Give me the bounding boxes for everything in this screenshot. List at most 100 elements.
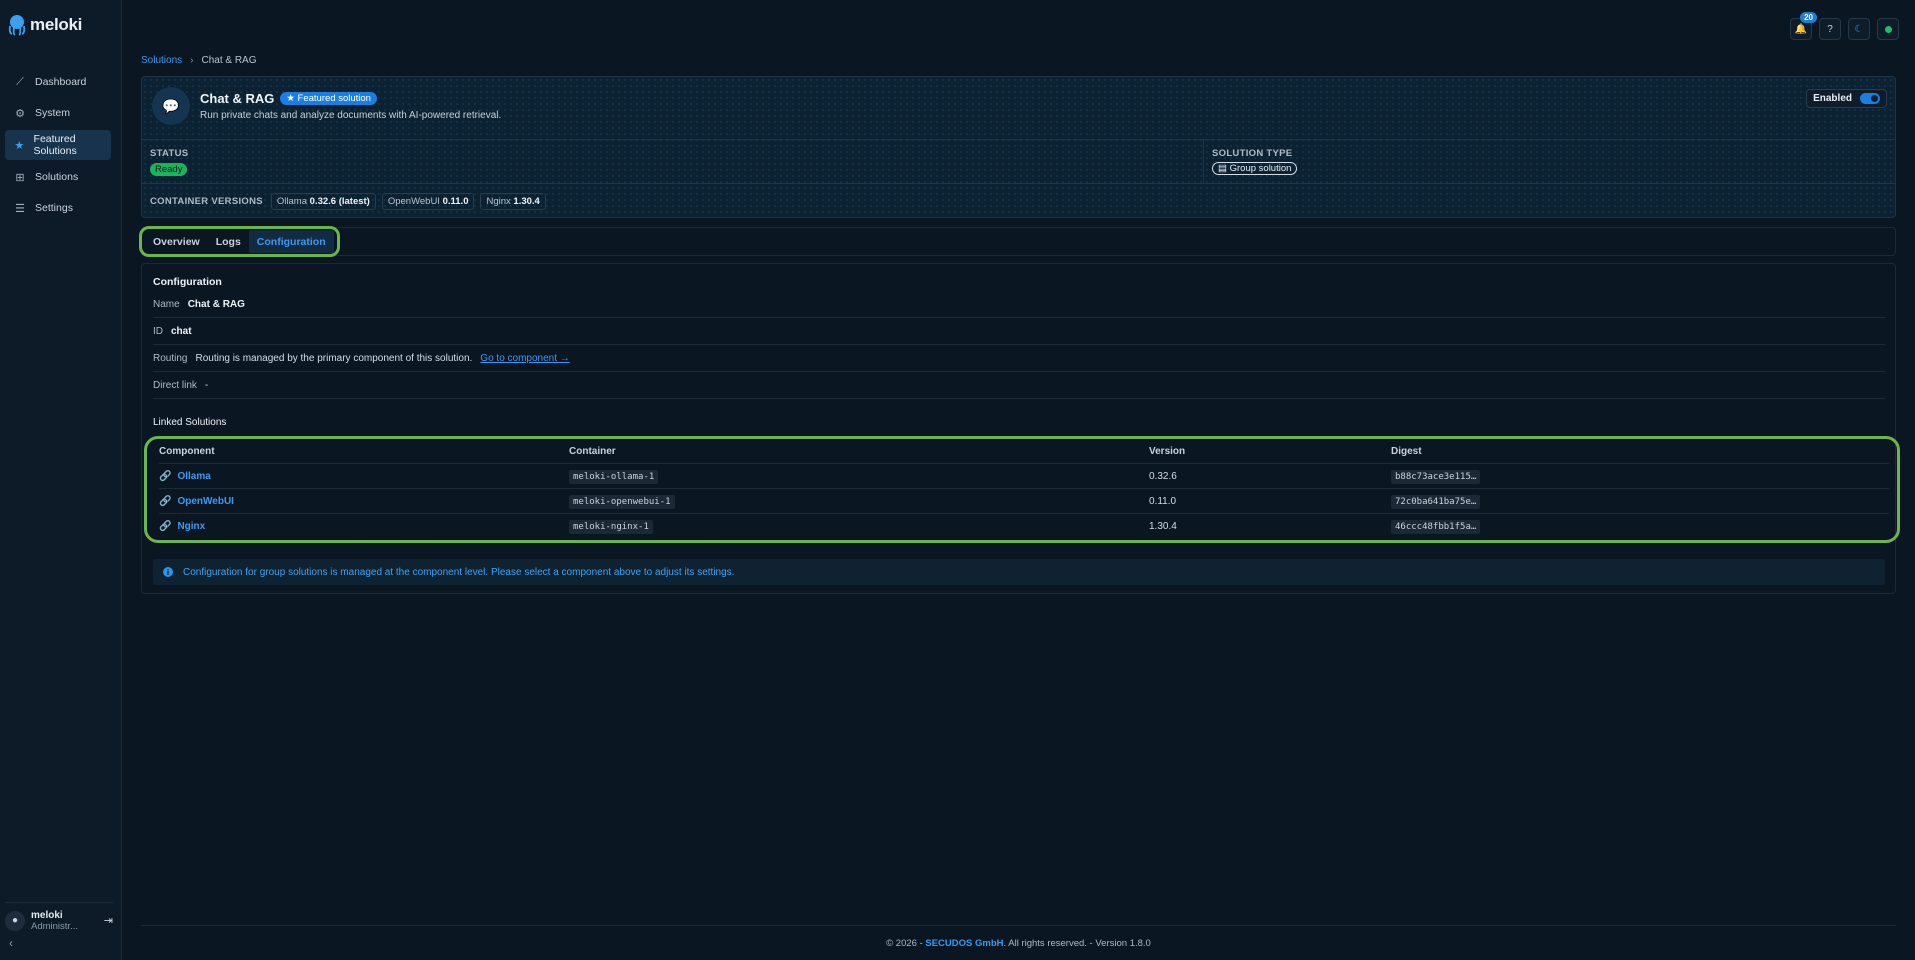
config-id-label: ID [153, 325, 163, 337]
solution-type-badge: ▤ Group solution [1212, 162, 1298, 175]
enabled-toggle[interactable]: Enabled [1806, 89, 1887, 108]
component-name: Ollama [177, 471, 211, 482]
tabs-highlight: Overview Logs Configuration [139, 226, 340, 257]
container-name: meloki-ollama-1 [569, 469, 659, 484]
chat-bubble-icon: 💬 [152, 87, 190, 125]
grid-icon: ⊞ [15, 171, 25, 184]
footer-brand-link[interactable]: SECUDOS GmbH [925, 938, 1003, 949]
avatar: ● [5, 910, 25, 931]
linked-solutions-table: Component Container Version Digest 🔗 Olla… [144, 436, 1900, 543]
footer-copyright: © 2026 - [886, 938, 923, 949]
component-link-openwebui[interactable]: 🔗 OpenWebUI [159, 489, 234, 514]
top-toolbar: 🔔 20 ? ☾ [1790, 12, 1899, 40]
status-button[interactable] [1877, 18, 1899, 40]
container-name: meloki-nginx-1 [569, 519, 653, 534]
version-chip-name: Nginx [486, 196, 511, 207]
column-header-component: Component [159, 446, 215, 457]
app-logo[interactable]: meloki [7, 14, 82, 36]
component-link-ollama[interactable]: 🔗 Ollama [159, 464, 211, 489]
logout-icon[interactable]: ⇥ [104, 914, 113, 927]
toggle-switch[interactable] [1860, 93, 1880, 104]
status-badge: Ready [150, 163, 188, 176]
breadcrumb: Solutions › Chat & RAG [141, 55, 257, 66]
sidebar-item-label: System [35, 107, 71, 119]
config-row-routing: Routing Routing is managed by the primar… [153, 345, 1885, 372]
container-name: meloki-openwebui-1 [569, 494, 675, 509]
solution-type-label: SOLUTION TYPE [1212, 148, 1293, 159]
linked-solutions-title: Linked Solutions [153, 417, 227, 428]
octopus-logo-icon [8, 15, 26, 36]
digest-value: 72c0ba641ba75e… [1391, 494, 1481, 509]
user-role: Administr... [31, 920, 78, 932]
sidebar-item-system[interactable]: ⚙ System [5, 99, 111, 127]
component-name: Nginx [177, 521, 206, 532]
config-row-direct-link: Direct link - [153, 372, 1885, 399]
tab-overview[interactable]: Overview [145, 230, 208, 253]
column-header-container: Container [569, 446, 616, 457]
config-routing-text: Routing is managed by the primary compon… [195, 352, 473, 364]
tab-bar: Overview Logs Configuration [139, 226, 1896, 257]
status-row: STATUS Ready SOLUTION TYPE ▤ Group solut… [142, 139, 1895, 184]
version-chip-openwebui: OpenWebUI 0.11.0 [381, 193, 475, 210]
solution-header-card: 💬 Chat & RAG ★ Featured solution Run pri… [141, 76, 1896, 218]
star-icon: ★ [14, 139, 25, 152]
sidebar-item-featured-solutions[interactable]: ★ Featured Solutions [5, 130, 111, 160]
column-header-digest: Digest [1391, 446, 1422, 457]
footer-version: . All rights reserved. - Version 1.8.0 [1003, 938, 1151, 949]
info-text: Configuration for group solutions is man… [183, 566, 735, 578]
app-name: meloki [30, 15, 83, 34]
version-value: 0.11.0 [1149, 496, 1177, 507]
user-menu[interactable]: ● meloki Administr... ⇥ [5, 902, 113, 932]
breadcrumb-solutions-link[interactable]: Solutions [141, 55, 182, 66]
version-chip-name: Ollama [276, 196, 307, 207]
configuration-card: Configuration Name Chat & RAG ID chat Ro… [141, 263, 1900, 594]
help-button[interactable]: ? [1819, 18, 1841, 40]
status-label: STATUS [150, 148, 189, 159]
notifications-button[interactable]: 🔔 20 [1790, 12, 1817, 40]
enabled-label: Enabled [1813, 93, 1852, 104]
gear-icon: ⚙ [15, 107, 25, 120]
sidebar-item-settings[interactable]: ☰ Settings [5, 194, 111, 222]
sidebar-item-dashboard[interactable]: ⟋ Dashboard [5, 68, 111, 96]
config-row-id: ID chat [153, 318, 1885, 345]
component-link-nginx[interactable]: 🔗 Nginx [159, 514, 205, 539]
user-name: meloki [31, 909, 63, 921]
sidebar-item-solutions[interactable]: ⊞ Solutions [5, 163, 111, 191]
table-row: 🔗 OpenWebUI meloki-openwebui-1 0.11.0 72c… [159, 489, 1889, 514]
table-row: 🔗 Nginx meloki-nginx-1 1.30.4 46ccc48fbb1… [159, 514, 1889, 539]
container-versions: CONTAINER VERSIONS Ollama 0.32.6 (latest… [150, 193, 546, 210]
sidebar-item-label: Dashboard [35, 76, 87, 88]
container-versions-label: CONTAINER VERSIONS [150, 196, 263, 207]
tab-logs[interactable]: Logs [208, 230, 249, 253]
version-value: 1.30.4 [1149, 521, 1177, 532]
digest-value: 46ccc48fbb1f5a… [1391, 519, 1481, 534]
version-chip-nginx: Nginx 1.30.4 [480, 193, 546, 210]
version-chip-ollama: Ollama 0.32.6 (latest) [270, 193, 376, 210]
theme-toggle-button[interactable]: ☾ [1848, 18, 1870, 40]
config-routing-label: Routing [153, 352, 188, 364]
config-direct-link-value: - [204, 379, 209, 391]
go-to-component-link[interactable]: Go to component → [480, 353, 570, 364]
chart-line-icon: ⟋ [16, 75, 24, 88]
version-chip-value: 1.30.4 [513, 196, 540, 207]
sidebar-nav: ⟋ Dashboard ⚙ System ★ Featured Solution… [5, 68, 111, 225]
featured-badge: ★ Featured solution [280, 92, 377, 105]
featured-badge-label: Featured solution [297, 93, 371, 104]
online-status-icon [1884, 25, 1892, 33]
version-chip-value: 0.11.0 [442, 196, 469, 207]
link-icon: 🔗 [159, 471, 172, 482]
moon-icon: ☾ [1854, 23, 1864, 35]
sidebar-item-label: Featured Solutions [33, 133, 77, 157]
collapse-sidebar-icon[interactable]: ‹ [9, 936, 13, 950]
sidebar-item-label: Solutions [35, 171, 79, 183]
table-header: Component Container Version Digest [159, 439, 1889, 464]
version-value: 0.32.6 [1149, 471, 1177, 482]
bell-icon: 🔔 [1794, 23, 1808, 35]
component-name: OpenWebUI [177, 496, 234, 507]
digest-value: b88c73ace3e115… [1391, 469, 1481, 484]
breadcrumb-current: Chat & RAG [201, 55, 257, 66]
chevron-right-icon: › [190, 55, 194, 66]
tab-configuration[interactable]: Configuration [248, 230, 334, 253]
solution-type-value: Group solution [1229, 163, 1292, 174]
info-banner: i Configuration for group solutions is m… [153, 559, 1885, 585]
